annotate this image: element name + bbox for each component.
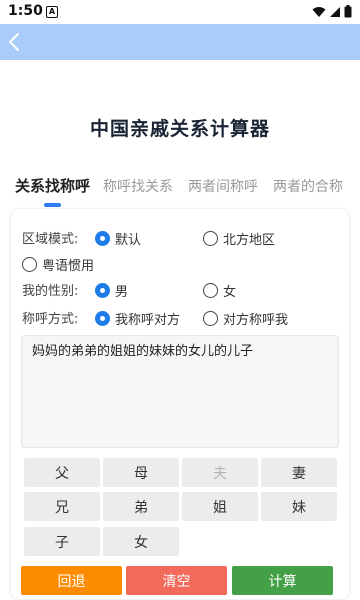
status-icons	[312, 5, 352, 18]
notification-a-icon: A	[46, 6, 58, 18]
region-label: 区域模式:	[22, 231, 79, 247]
region-option-default[interactable]: 默认	[95, 229, 141, 248]
radio-unchecked-icon	[203, 311, 218, 326]
key-younger-brother[interactable]: 弟	[103, 492, 179, 521]
mode-option-i-call-them-label: 我称呼对方	[115, 313, 181, 328]
gender-option-female[interactable]: 女	[203, 281, 236, 300]
key-son[interactable]: 子	[24, 527, 100, 556]
key-husband[interactable]: 夫	[182, 458, 258, 487]
mode-row: 称呼方式:	[22, 307, 94, 327]
radio-unchecked-icon	[203, 231, 218, 246]
clear-button[interactable]: 清空	[126, 566, 227, 595]
mode-option-i-call-them[interactable]: 我称呼对方	[95, 309, 180, 328]
tab-title-to-relation[interactable]: 称呼找关系	[103, 176, 173, 196]
chevron-left-icon	[9, 33, 19, 51]
tab-bar: 关系找称呼 称呼找关系 两者间称呼 两者的合称	[0, 174, 360, 208]
undo-button[interactable]: 回退	[21, 566, 122, 595]
wifi-icon	[312, 6, 326, 17]
gender-row: 我的性别:	[22, 279, 94, 299]
region-option-default-label: 默认	[115, 233, 142, 248]
region-option-cantonese[interactable]: 粤语惯用	[22, 255, 94, 274]
tab-mutual-title[interactable]: 两者间称呼	[188, 176, 258, 196]
status-time: 1:50	[8, 3, 43, 19]
mode-label: 称呼方式:	[22, 311, 79, 327]
gender-label: 我的性别:	[22, 283, 79, 299]
region-option-cantonese-label: 粤语惯用	[42, 259, 95, 274]
key-elder-sister[interactable]: 姐	[182, 492, 258, 521]
page-title: 中国亲戚关系计算器	[89, 118, 270, 140]
region-row: 区域模式:	[22, 227, 94, 247]
radio-unchecked-icon	[203, 283, 218, 298]
region-option-north-label: 北方地区	[223, 233, 276, 248]
key-mother[interactable]: 母	[103, 458, 179, 487]
status-bar: 1:50 A	[0, 0, 360, 24]
tab-indicator	[44, 203, 61, 207]
app-bar	[0, 24, 360, 60]
radio-checked-icon	[95, 311, 110, 326]
radio-unchecked-icon	[22, 257, 37, 272]
tab-combined-title[interactable]: 两者的合称	[273, 176, 343, 196]
gender-option-female-label: 女	[223, 285, 237, 300]
back-button[interactable]	[2, 28, 26, 56]
relation-input[interactable]: 妈妈的弟弟的姐姐的妹妹的女儿的儿子	[21, 335, 339, 448]
mode-option-they-call-me[interactable]: 对方称呼我	[203, 309, 288, 328]
tab-relation-to-title[interactable]: 关系找称呼	[15, 175, 90, 196]
key-wife[interactable]: 妻	[261, 458, 337, 487]
battery-icon	[344, 5, 352, 18]
mode-option-they-call-me-label: 对方称呼我	[223, 313, 289, 328]
radio-checked-icon	[95, 283, 110, 298]
region-option-north[interactable]: 北方地区	[203, 229, 275, 248]
radio-checked-icon	[95, 231, 110, 246]
key-father[interactable]: 父	[24, 458, 100, 487]
calculate-button[interactable]: 计算	[232, 566, 333, 595]
key-daughter[interactable]: 女	[103, 527, 179, 556]
key-elder-brother[interactable]: 兄	[24, 492, 100, 521]
gender-option-male[interactable]: 男	[95, 281, 128, 300]
gender-option-male-label: 男	[115, 285, 129, 300]
signal-icon	[330, 6, 340, 17]
key-younger-sister[interactable]: 妹	[261, 492, 337, 521]
